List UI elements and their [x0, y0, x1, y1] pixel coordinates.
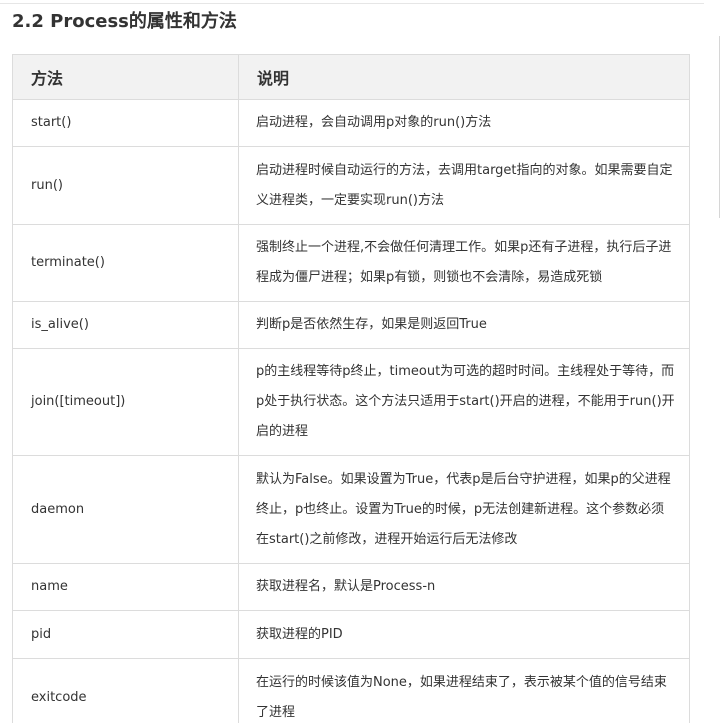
method-description: 强制终止一个进程,不会做任何清理工作。如果p还有子进程，执行后子进程成为僵尸进程…	[238, 224, 690, 302]
method-name: daemon	[12, 455, 239, 564]
table-row: daemon 默认为False。如果设置为True，代表p是后台守护进程，如果p…	[12, 455, 690, 564]
process-api-table: 方法 说明 start() 启动进程，会自动调用p对象的run()方法 run(…	[12, 54, 690, 723]
method-name: join([timeout])	[12, 348, 239, 456]
method-description: 判断p是否依然生存，如果是则返回True	[238, 301, 690, 349]
description-text: 获取进程名，默认是Process-n	[256, 579, 436, 594]
description-text: 获取进程的PID	[256, 626, 343, 642]
table-row: terminate() 强制终止一个进程,不会做任何清理工作。如果p还有子进程，…	[12, 224, 690, 302]
column-header-description: 说明	[238, 54, 690, 100]
table-row: name 获取进程名，默认是Process-n	[12, 563, 690, 611]
description-text: 默认为False。如果设置为True，代表p是后台守护进程，如果p的父进程终止，…	[256, 471, 671, 547]
top-divider	[0, 3, 704, 4]
method-name: terminate()	[12, 224, 239, 302]
method-description: 默认为False。如果设置为True，代表p是后台守护进程，如果p的父进程终止，…	[238, 455, 690, 564]
table-row: start() 启动进程，会自动调用p对象的run()方法	[12, 99, 690, 147]
method-name: pid	[12, 610, 239, 659]
method-description: 启动进程时候自动运行的方法，去调用target指向的对象。如果需要自定义进程类，…	[238, 146, 690, 225]
method-description: 启动进程，会自动调用p对象的run()方法	[238, 99, 690, 147]
scroll-gutter	[719, 36, 720, 218]
method-description: 获取进程名，默认是Process-n	[238, 563, 690, 611]
table-row: exitcode 在运行的时候该值为None，如果进程结束了，表示被某个值的信号…	[12, 658, 690, 723]
description-text: 强制终止一个进程,不会做任何清理工作。如果p还有子进程，执行后子进程成为僵尸进程…	[256, 240, 672, 285]
table-row: join([timeout]) p的主线程等待p终止，timeout为可选的超时…	[12, 348, 690, 456]
table-row: run() 启动进程时候自动运行的方法，去调用target指向的对象。如果需要自…	[12, 146, 690, 225]
method-description: 获取进程的PID	[238, 610, 690, 659]
section-heading: 2.2 Process的属性和方法	[12, 11, 237, 32]
description-text: 判断p是否依然生存，如果是则返回True	[256, 317, 487, 332]
description-text: 启动进程，会自动调用p对象的run()方法	[256, 115, 492, 130]
table-row: pid 获取进程的PID	[12, 610, 690, 659]
table-header-row: 方法 说明	[12, 54, 690, 100]
method-description: 在运行的时候该值为None，如果进程结束了，表示被某个值的信号结束了进程	[238, 658, 690, 723]
method-name: exitcode	[12, 658, 239, 723]
method-name: start()	[12, 99, 239, 147]
description-text: p的主线程等待p终止，timeout为可选的超时时间。主线程处于等待，而p处于执…	[256, 364, 675, 439]
article-page: 2.2 Process的属性和方法 方法 说明 start() 启动进程，会自动…	[0, 0, 723, 723]
method-name: name	[12, 563, 239, 611]
description-text: 在运行的时候该值为None，如果进程结束了，表示被某个值的信号结束了进程	[256, 674, 667, 720]
method-name: is_alive()	[12, 301, 239, 349]
column-header-method: 方法	[12, 54, 239, 100]
method-name: run()	[12, 146, 239, 225]
method-description: p的主线程等待p终止，timeout为可选的超时时间。主线程处于等待，而p处于执…	[238, 348, 690, 456]
description-text: 启动进程时候自动运行的方法，去调用target指向的对象。如果需要自定义进程类，…	[256, 162, 673, 208]
table-row: is_alive() 判断p是否依然生存，如果是则返回True	[12, 301, 690, 349]
